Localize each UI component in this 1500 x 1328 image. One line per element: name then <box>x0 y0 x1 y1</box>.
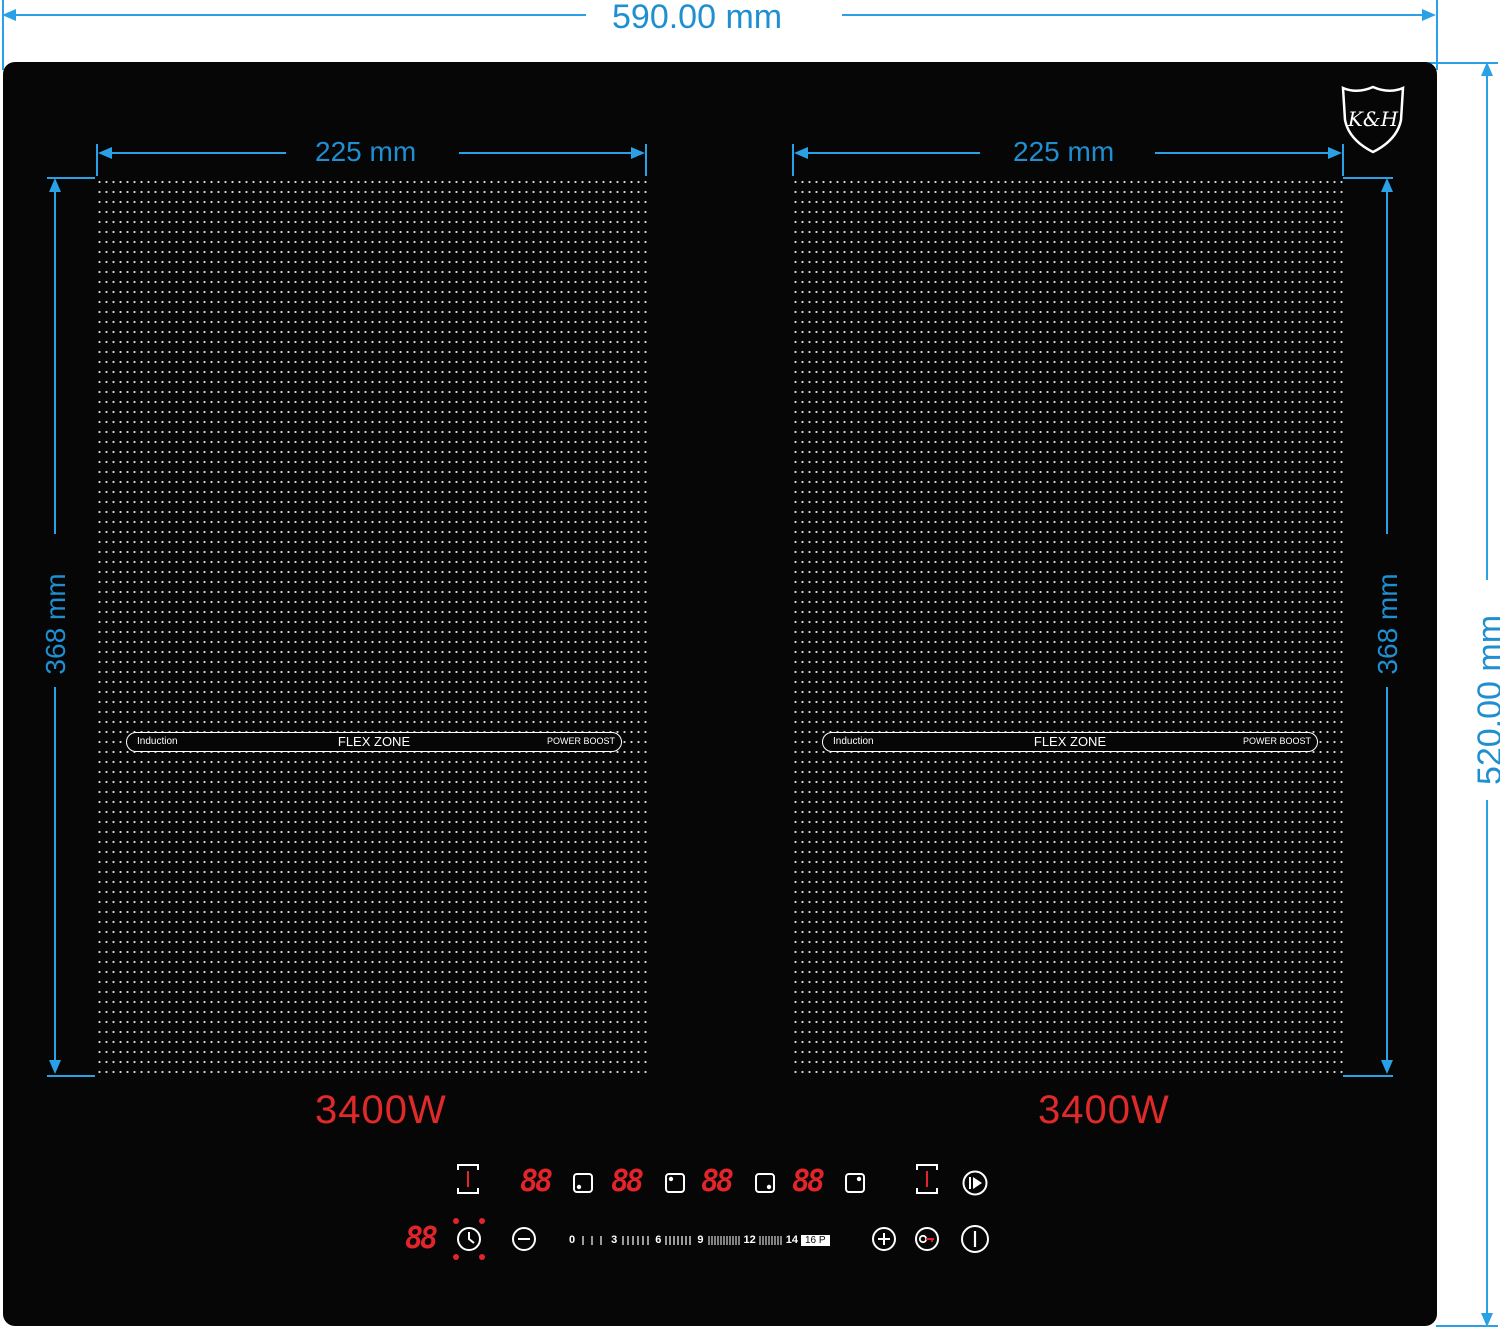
right-zone-height-arrow-top <box>1381 178 1393 192</box>
timer-icon[interactable] <box>451 1216 489 1262</box>
left-zone-power-label: 3400W <box>315 1088 447 1132</box>
scale-mark-6: 6 <box>655 1234 662 1246</box>
width-dimension-line-right <box>842 14 1422 16</box>
right-zone-height-tick-bottom <box>1343 1075 1393 1077</box>
scale-mark-14: 14 <box>785 1234 798 1246</box>
left-zone-height-arrow-top <box>49 178 61 192</box>
left-zone-width-line-b <box>459 152 641 154</box>
width-extension-right <box>1436 0 1438 70</box>
overall-width-label: 590.00 mm <box>612 0 783 36</box>
scale-bars-3 <box>665 1235 691 1245</box>
left-power-boost-label: POWER BOOST <box>546 736 615 746</box>
right-zone-height-line-b <box>1386 687 1388 1067</box>
right-zone-width-tick-right <box>1342 144 1344 176</box>
left-zone-height-arrow-bottom <box>49 1060 61 1074</box>
right-zone-power-label: 3400W <box>1038 1088 1170 1132</box>
zone-3-display: 88 <box>701 1164 734 1199</box>
scale-bars-1 <box>582 1235 602 1245</box>
width-dimension-arrow-right <box>1422 9 1436 21</box>
right-zone-width-arrow-left <box>794 147 808 159</box>
right-power-boost-label: POWER BOOST <box>1242 736 1311 746</box>
left-zone-width-line-a <box>100 152 286 154</box>
zone-3-select-icon[interactable] <box>754 1172 776 1194</box>
scale-mark-3: 3 <box>611 1234 618 1246</box>
left-zone-width-label: 225 mm <box>315 136 417 167</box>
right-zone-width-line-b <box>1155 152 1337 154</box>
kh-shield-logo-icon: K&H <box>1341 85 1405 154</box>
zone-1-select-icon[interactable] <box>572 1172 594 1194</box>
height-dimension-arrow-bottom <box>1481 1313 1493 1327</box>
left-zone-width-tick-right <box>645 144 647 176</box>
zone-2-select-icon[interactable] <box>664 1172 686 1194</box>
right-zone-width-arrow-right <box>1328 147 1342 159</box>
plus-icon[interactable] <box>871 1226 897 1252</box>
zone-2-display: 88 <box>611 1164 644 1199</box>
right-zone-width-line-a <box>796 152 980 154</box>
key-lock-icon[interactable] <box>914 1226 940 1252</box>
scale-bars-5 <box>759 1235 782 1245</box>
right-zone-height-line-a <box>1386 184 1388 534</box>
scale-mark-12: 12 <box>743 1234 756 1246</box>
right-flex-zone: Induction FLEX ZONE POWER BOOST <box>792 177 1344 1077</box>
power-level-scale[interactable]: 0 3 6 9 12 14 16 P <box>569 1232 830 1248</box>
right-zone-label-bar: Induction FLEX ZONE POWER BOOST <box>822 732 1318 752</box>
left-zone-height-tick-bottom <box>47 1075 95 1077</box>
height-dimension-arrow-top <box>1481 62 1493 76</box>
left-zone-width-arrow-right <box>631 147 645 159</box>
scale-bars-4 <box>708 1235 739 1245</box>
power-icon[interactable] <box>960 1224 990 1254</box>
width-dimension-arrow-left <box>2 9 16 21</box>
logo-text: K&H <box>1347 107 1399 131</box>
right-zone-width-label: 225 mm <box>1013 136 1115 167</box>
zone-1-display: 88 <box>520 1164 553 1199</box>
flex-zone-left-icon[interactable] <box>455 1162 481 1196</box>
width-dimension-line-left <box>6 14 586 16</box>
right-zone-height-arrow-bottom <box>1381 1060 1393 1074</box>
pause-play-icon[interactable] <box>961 1169 989 1197</box>
minus-icon[interactable] <box>511 1226 537 1252</box>
zone-4-select-icon[interactable] <box>844 1172 866 1194</box>
left-zone-label-bar: Induction FLEX ZONE POWER BOOST <box>126 732 622 752</box>
width-extension-left <box>2 0 4 70</box>
timer-display: 88 <box>405 1221 438 1256</box>
left-flex-zone: Induction FLEX ZONE POWER BOOST <box>96 177 648 1077</box>
left-zone-width-arrow-left <box>98 147 112 159</box>
flex-zone-right-icon[interactable] <box>914 1162 940 1196</box>
left-zone-height-line-b <box>54 687 56 1067</box>
cooktop-glass: K&H Induction FLEX ZONE POWER BOOST Indu… <box>3 62 1437 1326</box>
scale-mark-9: 9 <box>697 1234 704 1246</box>
height-dimension-line-top <box>1486 70 1488 580</box>
height-dimension-line-bottom <box>1486 800 1488 1315</box>
scale-bars-2 <box>622 1235 649 1245</box>
left-zone-height-label: 368 mm <box>40 573 71 675</box>
scale-mark-0: 0 <box>569 1234 576 1246</box>
scale-boost-label: 16 P <box>801 1234 830 1246</box>
left-zone-height-line-a <box>54 184 56 534</box>
zone-4-display: 88 <box>792 1164 825 1199</box>
right-zone-height-label: 368 mm <box>1372 573 1403 675</box>
